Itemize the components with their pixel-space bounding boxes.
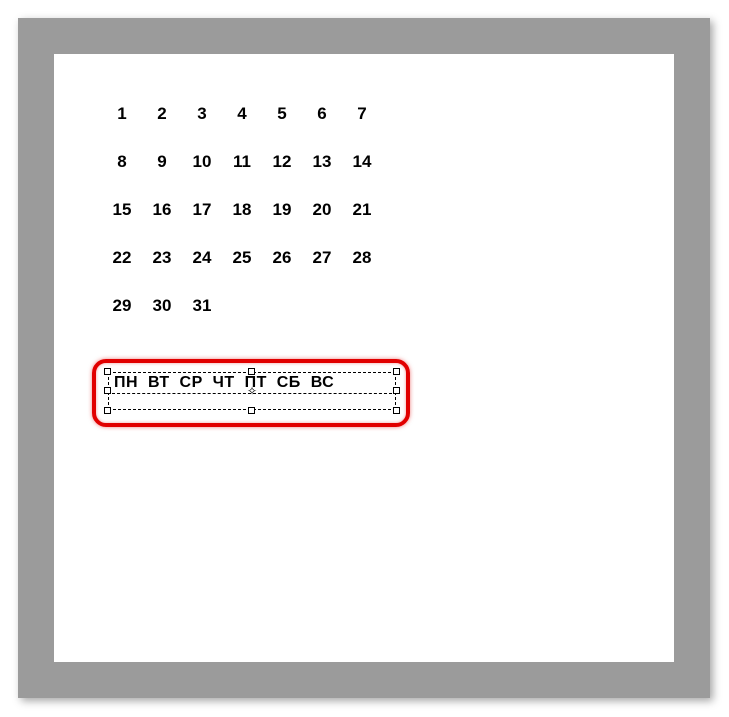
calendar-row: 15 16 17 18 19 20 21 — [102, 200, 382, 220]
day-number: 29 — [102, 296, 142, 316]
resize-handle-top-middle[interactable] — [248, 368, 255, 375]
center-point-icon[interactable]: ✧ — [247, 386, 257, 396]
day-number: 23 — [142, 248, 182, 268]
day-number: 2 — [142, 104, 182, 124]
resize-handle-bottom-middle[interactable] — [248, 407, 255, 414]
day-number: 14 — [342, 152, 382, 172]
resize-handle-bottom-left[interactable] — [104, 407, 111, 414]
day-number: 20 — [302, 200, 342, 220]
day-number: 12 — [262, 152, 302, 172]
day-number: 15 — [102, 200, 142, 220]
resize-handle-middle-left[interactable] — [104, 387, 111, 394]
calendar-numbers-grid: 1 2 3 4 5 6 7 8 9 10 11 12 13 14 15 16 1… — [102, 104, 382, 344]
day-number: 16 — [142, 200, 182, 220]
day-number: 18 — [222, 200, 262, 220]
day-number: 19 — [262, 200, 302, 220]
day-number: 7 — [342, 104, 382, 124]
day-number: 5 — [262, 104, 302, 124]
weekdays-text[interactable]: ПН ВТ СР ЧТ ПТ СБ ВС — [114, 374, 334, 392]
day-number: 28 — [342, 248, 382, 268]
document-canvas[interactable]: 1 2 3 4 5 6 7 8 9 10 11 12 13 14 15 16 1… — [54, 54, 674, 662]
resize-handle-middle-right[interactable] — [393, 387, 400, 394]
day-number: 4 — [222, 104, 262, 124]
day-number: 10 — [182, 152, 222, 172]
day-number: 22 — [102, 248, 142, 268]
day-number: 3 — [182, 104, 222, 124]
calendar-row: 1 2 3 4 5 6 7 — [102, 104, 382, 124]
day-number: 6 — [302, 104, 342, 124]
calendar-row: 8 9 10 11 12 13 14 — [102, 152, 382, 172]
day-number: 24 — [182, 248, 222, 268]
day-number: 17 — [182, 200, 222, 220]
day-number: 1 — [102, 104, 142, 124]
resize-handle-bottom-right[interactable] — [393, 407, 400, 414]
day-number: 30 — [142, 296, 182, 316]
day-number: 11 — [222, 152, 262, 172]
window-frame: 1 2 3 4 5 6 7 8 9 10 11 12 13 14 15 16 1… — [18, 18, 710, 698]
day-number: 31 — [182, 296, 222, 316]
calendar-row: 22 23 24 25 26 27 28 — [102, 248, 382, 268]
day-number: 25 — [222, 248, 262, 268]
day-number: 21 — [342, 200, 382, 220]
day-number: 26 — [262, 248, 302, 268]
text-frame-selected[interactable]: ПН ВТ СР ЧТ ПТ СБ ВС ✧ — [108, 372, 396, 410]
resize-handle-top-left[interactable] — [104, 368, 111, 375]
calendar-row: 29 30 31 — [102, 296, 382, 316]
day-number: 27 — [302, 248, 342, 268]
day-number: 13 — [302, 152, 342, 172]
day-number: 8 — [102, 152, 142, 172]
day-number: 9 — [142, 152, 182, 172]
resize-handle-top-right[interactable] — [393, 368, 400, 375]
